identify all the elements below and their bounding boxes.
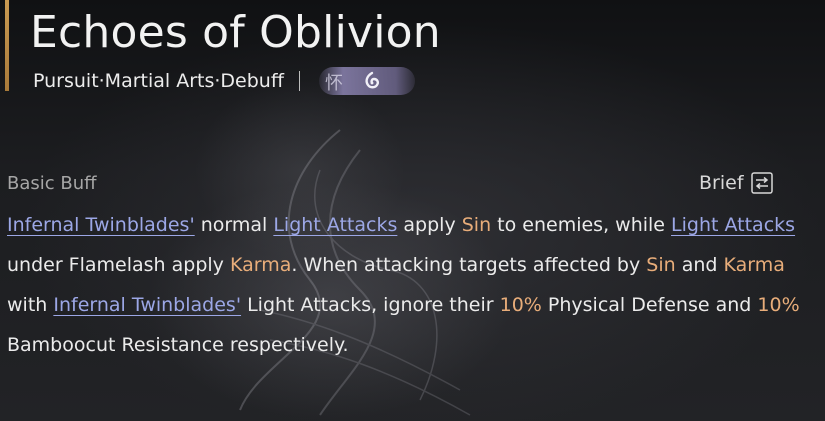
flame-swirl-icon xyxy=(365,71,379,89)
description-text: and xyxy=(675,254,724,276)
description-text: Physical Defense and xyxy=(541,294,758,316)
brief-toggle-button[interactable]: Brief xyxy=(699,170,773,196)
link-infernal-twinblades[interactable]: Infernal Twinblades' xyxy=(7,214,195,236)
term-sin: Sin xyxy=(461,214,492,236)
description-text: under Flamelash apply xyxy=(7,254,230,276)
description-text: with xyxy=(7,294,54,316)
term-sin: Sin xyxy=(646,254,676,276)
link-infernal-twinblades[interactable]: Infernal Twinblades' xyxy=(53,294,241,316)
tag-divider xyxy=(298,71,300,91)
term-karma: Karma xyxy=(723,254,785,276)
faction-glyph: 怀 xyxy=(324,73,343,94)
term-karma: Karma xyxy=(229,254,292,276)
description-text: . When attacking targets affected by xyxy=(291,254,647,276)
skill-description: Infernal Twinblades' normal Light Attack… xyxy=(7,205,807,365)
value-bamboocut-resistance-ignore: 10% xyxy=(757,294,800,316)
swap-arrows-icon xyxy=(750,172,773,194)
description-text: Bamboocut Resistance respectively. xyxy=(7,334,349,356)
skill-subtitle-row: Pursuit·Martial Arts·Debuff 怀 xyxy=(33,66,415,96)
description-text: Light Attacks, ignore their xyxy=(241,294,500,316)
section-label: Basic Buff xyxy=(7,173,97,194)
skill-tags: Pursuit·Martial Arts·Debuff xyxy=(33,70,284,92)
faction-badge: 怀 xyxy=(318,67,415,95)
description-text: to enemies, while xyxy=(491,214,672,236)
description-text: apply xyxy=(397,214,462,236)
link-light-attacks[interactable]: Light Attacks xyxy=(273,214,397,236)
description-text: normal xyxy=(194,214,274,236)
brief-label: Brief xyxy=(699,172,744,194)
skill-title: Echoes of Oblivion xyxy=(30,7,441,58)
link-light-attacks[interactable]: Light Attacks xyxy=(671,214,795,236)
value-physical-defense-ignore: 10% xyxy=(499,294,542,316)
title-accent-bar xyxy=(5,0,9,91)
